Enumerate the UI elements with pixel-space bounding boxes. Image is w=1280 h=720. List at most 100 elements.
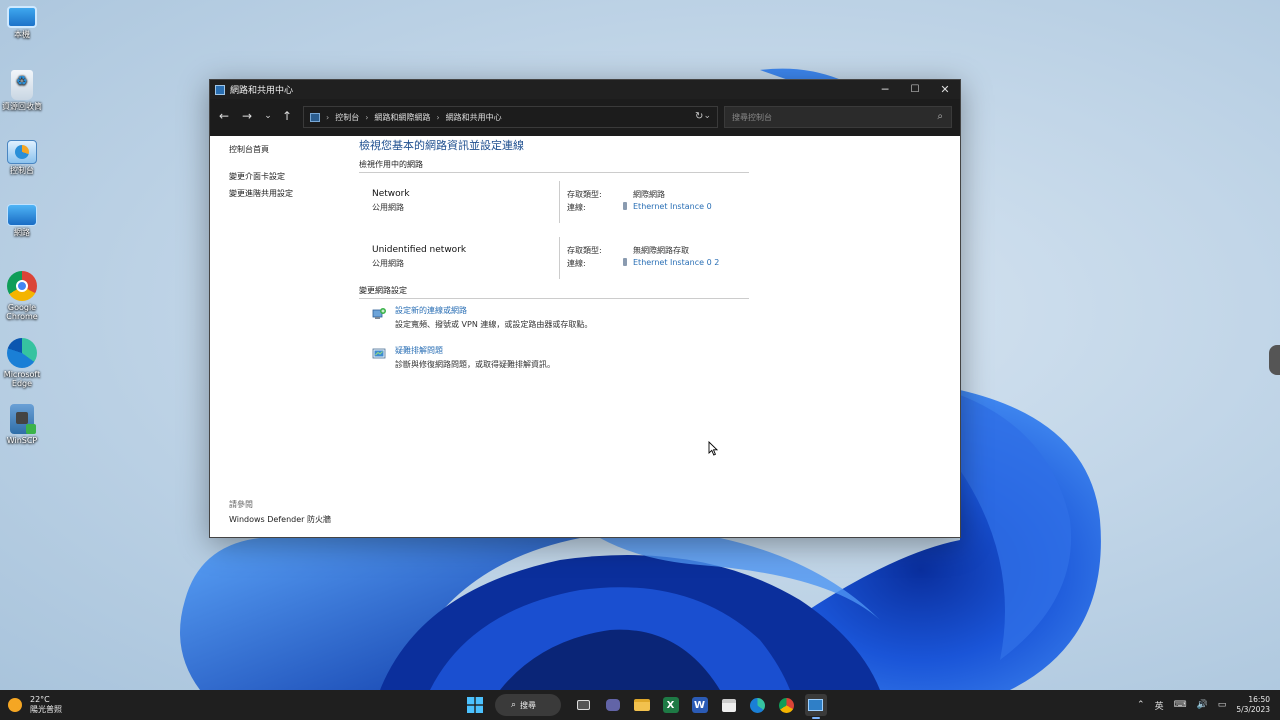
windows-defender-firewall-link[interactable]: Windows Defender 防火牆 xyxy=(229,514,331,525)
task-description: 設定寬頻、撥號或 VPN 連線，或設定路由器或存取點。 xyxy=(395,320,593,329)
desktop-icon-label: 網路 xyxy=(14,228,30,237)
desktop-icon-label: Microsoft Edge xyxy=(3,370,41,388)
mouse-cursor-icon xyxy=(708,441,718,456)
network-entry: Unidentified network 公用網路 存取類型: 無網際網路存取 … xyxy=(359,229,749,285)
taskbar: 22°C 陽光普照 ⌕ 搜尋 X W ⌃ 英 ⌨ 🔊 ▭ 16:50 5/3/2… xyxy=(0,690,1280,720)
chrome-icon[interactable] xyxy=(776,694,798,716)
see-also-label: 請參閱 xyxy=(229,500,253,509)
ethernet-plug-icon xyxy=(623,202,627,210)
network-type-link[interactable]: 公用網路 xyxy=(372,258,404,269)
active-app-indicator xyxy=(811,717,820,719)
control-panel-icon xyxy=(7,140,37,164)
sun-icon xyxy=(8,698,22,712)
access-type-label: 存取類型: xyxy=(567,246,602,255)
forward-arrow-icon[interactable]: → xyxy=(239,109,255,123)
edge-icon[interactable] xyxy=(747,694,769,716)
troubleshoot-problems-link[interactable]: 疑難排解問題 xyxy=(395,345,443,356)
access-type-value: 無網際網路存取 xyxy=(633,246,689,255)
desktop-icon-edge[interactable]: Microsoft Edge xyxy=(2,338,42,388)
battery-icon[interactable]: ▭ xyxy=(1218,700,1227,710)
search-icon: ⌕ xyxy=(511,700,517,710)
maximize-button[interactable]: ☐ xyxy=(900,80,930,99)
refresh-icon[interactable]: ↻ xyxy=(695,111,703,122)
desktop-icon-chrome[interactable]: Google Chrome xyxy=(2,271,42,321)
network-type-link[interactable]: 公用網路 xyxy=(372,202,404,213)
close-button[interactable]: ✕ xyxy=(930,80,960,99)
winscp-icon xyxy=(10,404,36,434)
main-pane: 檢視您基本的網路資訊並設定連線 檢視作用中的網路 Network 公用網路 存取… xyxy=(359,137,749,381)
input-method-indicator[interactable]: 英 xyxy=(1155,699,1164,712)
window-controls: ─ ☐ ✕ xyxy=(870,80,960,99)
desktop-icon-network[interactable]: 網路 xyxy=(2,204,42,237)
search-input[interactable]: 搜尋控制台 ⌕ xyxy=(724,106,952,128)
connection-label: 連線: xyxy=(567,203,586,212)
recycle-bin-icon: ♻ xyxy=(11,70,33,100)
clock-time: 16:50 xyxy=(1248,695,1270,704)
desktop-icon-winscp[interactable]: WinSCP xyxy=(2,404,42,445)
content-area: 控制台首頁 變更介面卡設定 變更進階共用設定 請參閱 Windows Defen… xyxy=(210,136,960,537)
this-pc-icon xyxy=(7,6,37,28)
address-dropdown-chevron-icon[interactable]: ⌄ xyxy=(703,111,711,121)
weather-widget[interactable]: 22°C 陽光普照 xyxy=(8,695,62,715)
taskbar-search-button[interactable]: ⌕ 搜尋 xyxy=(495,694,561,716)
breadcrumb-separator-icon: › xyxy=(365,112,369,122)
recent-locations-chevron-icon[interactable]: ⌄ xyxy=(260,111,276,121)
teams-icon[interactable] xyxy=(602,694,624,716)
breadcrumb-separator-icon: › xyxy=(436,112,440,122)
side-panel-handle[interactable] xyxy=(1269,345,1280,375)
taskbar-apps: ⌕ 搜尋 X W xyxy=(460,693,830,719)
title-bar[interactable]: 網路和共用中心 ─ ☐ ✕ xyxy=(210,80,960,99)
breadcrumb-separator-icon: › xyxy=(326,112,330,122)
search-placeholder: 搜尋控制台 xyxy=(732,112,772,122)
setup-new-connection-link[interactable]: 設定新的連線或網路 xyxy=(395,305,467,316)
address-bar[interactable]: › 控制台 › 網路和網際網路 › 網路和共用中心 ⌄ xyxy=(303,106,718,128)
task-description: 診斷與修復網路問題，或取得疑難排解資訊。 xyxy=(395,360,555,369)
breadcrumb-network-internet[interactable]: 網路和網際網路 xyxy=(374,112,430,123)
divider xyxy=(559,237,560,279)
minimize-button[interactable]: ─ xyxy=(870,80,900,99)
task-troubleshoot: 疑難排解問題 診斷與修復網路問題，或取得疑難排解資訊。 xyxy=(359,345,749,381)
access-type-value: 網際網路 xyxy=(633,190,665,199)
breadcrumb-network-sharing-center[interactable]: 網路和共用中心 xyxy=(446,112,502,123)
weather-temperature: 22°C xyxy=(30,695,50,704)
control-panel-taskbar-icon[interactable] xyxy=(804,694,827,719)
network-icon xyxy=(7,204,37,226)
excel-icon[interactable]: X xyxy=(662,697,679,713)
clock[interactable]: 16:50 5/3/2023 xyxy=(1236,695,1270,715)
new-connection-icon xyxy=(372,308,386,319)
start-icon[interactable] xyxy=(464,694,486,716)
left-pane: 控制台首頁 變更介面卡設定 變更進階共用設定 xyxy=(229,144,349,205)
store-icon[interactable] xyxy=(718,694,740,716)
desktop-icon-this-pc[interactable]: 本機 xyxy=(2,6,42,39)
clock-date: 5/3/2023 xyxy=(1236,705,1270,714)
ethernet-plug-icon xyxy=(623,258,627,266)
active-networks-header: 檢視作用中的網路 xyxy=(359,159,749,173)
navigation-bar: ← → ⌄ ↑ › 控制台 › 網路和網際網路 › 網路和共用中心 ⌄ ↻ 搜尋… xyxy=(210,99,960,136)
connection-label: 連線: xyxy=(567,259,586,268)
control-panel-home-link[interactable]: 控制台首頁 xyxy=(229,144,349,155)
file-explorer-icon[interactable] xyxy=(631,694,653,716)
volume-icon[interactable]: 🔊 xyxy=(1197,700,1208,710)
word-icon[interactable]: W xyxy=(691,697,708,713)
change-settings-header: 變更網路設定 xyxy=(359,285,749,299)
task-new-connection: 設定新的連線或網路 設定寬頻、撥號或 VPN 連線，或設定路由器或存取點。 xyxy=(359,305,749,341)
connection-name: Ethernet Instance 0 xyxy=(633,202,712,211)
connection-link[interactable]: Ethernet Instance 0 xyxy=(623,202,712,211)
change-adapter-settings-link[interactable]: 變更介面卡設定 xyxy=(229,171,349,182)
window-title: 網路和共用中心 xyxy=(230,86,294,96)
desktop-icon-recycle-bin[interactable]: ♻ 資源回收筒 xyxy=(2,70,42,111)
breadcrumb-control-panel[interactable]: 控制台 xyxy=(335,112,359,123)
network-status-icon[interactable]: ⌨ xyxy=(1174,700,1187,710)
task-view-icon[interactable] xyxy=(573,694,595,716)
back-arrow-icon[interactable]: ← xyxy=(216,109,232,123)
weather-text: 22°C 陽光普照 xyxy=(30,695,62,715)
connection-link[interactable]: Ethernet Instance 0 2 xyxy=(623,258,719,267)
desktop-icon-label: 資源回收筒 xyxy=(2,102,42,111)
show-hidden-icons-chevron-icon[interactable]: ⌃ xyxy=(1137,700,1145,710)
edge-icon xyxy=(7,338,37,368)
up-arrow-icon[interactable]: ↑ xyxy=(279,109,295,123)
change-advanced-sharing-link[interactable]: 變更進階共用設定 xyxy=(229,188,349,199)
network-center-app-icon xyxy=(215,84,225,95)
desktop-icon-control-panel[interactable]: 控制台 xyxy=(2,140,42,175)
desktop-icon-label: 控制台 xyxy=(10,166,34,175)
